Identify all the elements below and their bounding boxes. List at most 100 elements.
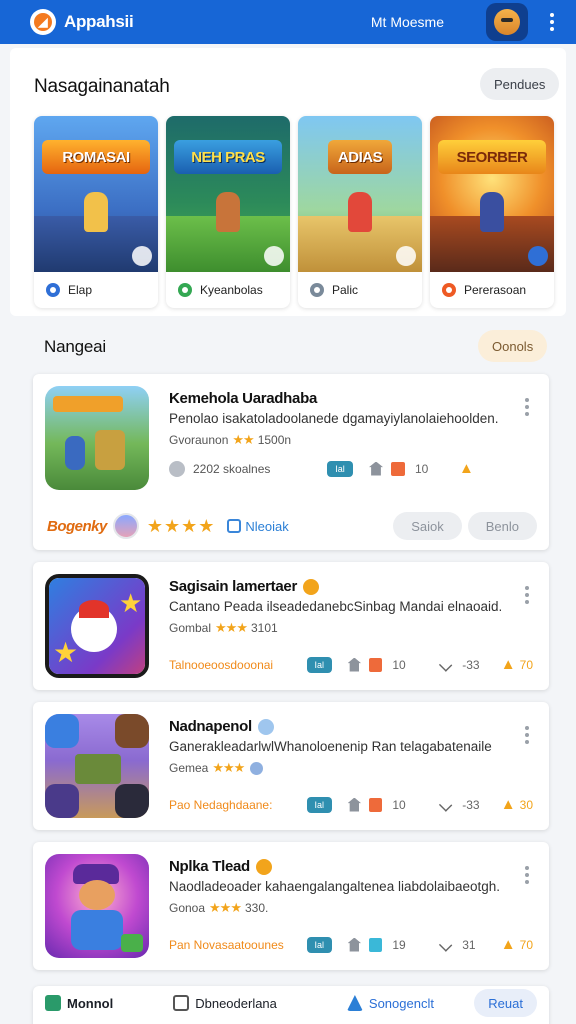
item-description: Cantano Peada ilseadedanebcSinbag Mandai… (169, 599, 503, 614)
info-chip[interactable]: Ial (327, 460, 353, 477)
game-banner: ROMASAI (42, 140, 150, 174)
game-art: ADIAS (298, 116, 422, 272)
secondary-button[interactable]: Saiok (393, 512, 462, 540)
account-link[interactable]: Mt Moesme (371, 14, 444, 30)
featured-card[interactable]: ROMASAI Elap (34, 116, 158, 308)
home-icon (347, 937, 362, 952)
item-description: Naodladeoader kahaengalangaltenea liabdo… (169, 879, 501, 894)
fire-icon: ▲ (459, 460, 474, 477)
rating-label: Gvoraunon (169, 433, 229, 447)
avatar-face-icon (494, 9, 520, 35)
details-link[interactable]: Nleoiak (227, 519, 289, 534)
share-icon (346, 995, 363, 1011)
stat-count: 19 (392, 937, 406, 952)
fire-count: 70 (519, 657, 534, 672)
list-action-button[interactable]: Oonols (478, 330, 548, 362)
game-banner: NEH PRAS (174, 140, 282, 174)
info-chip[interactable]: Ial (306, 796, 332, 813)
list-item[interactable]: Nplka Tlead Naodladeoader kahaengalangal… (33, 842, 549, 970)
bottom-nav-right[interactable]: Sonogenclt (346, 995, 434, 1011)
user-avatar[interactable] (486, 3, 528, 41)
game-banner: SEORBER (438, 140, 546, 174)
item-menu-icon[interactable] (517, 392, 537, 422)
stat-count: 10 (392, 657, 406, 672)
game-thumbnail: ★ ★ (45, 574, 149, 678)
footer-rating-stars: ★★★★ (146, 515, 216, 536)
corner-badge-icon (132, 246, 152, 266)
trend-count: 31 (462, 937, 476, 952)
verified-badge-icon (303, 579, 320, 596)
game-banner: ADIAS (328, 140, 392, 174)
card-caption: Palic (332, 283, 359, 297)
rating-label: Gombal (169, 621, 212, 635)
stat-count: 10 (392, 797, 406, 812)
brand-logo: Bogenky (47, 517, 107, 535)
bookmark-icon (227, 519, 242, 533)
game-thumbnail (45, 714, 149, 818)
rating-value: 330. (245, 901, 269, 915)
category-dot-icon (46, 283, 60, 297)
featured-action-button[interactable]: Pendues (480, 68, 560, 100)
info-dot-icon (250, 761, 264, 775)
game-art: ROMASAI (34, 116, 158, 272)
featured-card[interactable]: ADIAS Palic (298, 116, 422, 308)
info-chip[interactable]: Ial (306, 936, 332, 953)
bottom-bar: Monnol Dbneoderlana Sonogenclt Reuat (33, 986, 549, 1024)
stat-count: 10 (415, 461, 429, 476)
rating-stars: ★★★ (209, 900, 242, 915)
fire-count: 70 (519, 937, 534, 952)
card-caption: Pererasoan (464, 283, 527, 297)
item-menu-icon[interactable] (517, 580, 537, 610)
trend-icon (438, 797, 453, 812)
item-menu-icon[interactable] (517, 720, 537, 750)
featured-title: Nasagainanatah (34, 76, 170, 97)
item-title: Nplka Tlead (169, 858, 272, 876)
trend-count: -33 (462, 657, 480, 672)
overflow-menu-icon[interactable] (542, 7, 562, 37)
rating-stars: ★★★ (215, 620, 248, 635)
featured-card[interactable]: SEORBER Pererasoan (430, 116, 554, 308)
primary-button[interactable]: Reuat (474, 989, 537, 1017)
calendar-icon (173, 995, 190, 1011)
rating-value: 1500n (257, 433, 292, 447)
trend-icon (438, 937, 453, 952)
app-logo-icon[interactable]: ◢ (30, 9, 56, 35)
bottom-nav-middle[interactable]: Dbneoderlana (173, 995, 277, 1011)
list-item[interactable]: ★ ★ Sagisain lamertaer Cantano Peada ils… (33, 562, 549, 690)
bottom-nav-left[interactable]: Monnol (45, 995, 113, 1011)
list-item[interactable]: Kemehola Uaradhaba Penolao isakatoladool… (33, 374, 549, 550)
category-dot-icon (442, 283, 456, 297)
game-art: NEH PRAS (166, 116, 290, 272)
app-title: Appahsii (64, 12, 134, 31)
home-icon (347, 797, 362, 812)
rating-label: Gonoa (169, 901, 206, 915)
game-art: SEORBER (430, 116, 554, 272)
item-tag: Pan Novasaatoounes (169, 937, 284, 952)
list-icon (45, 995, 61, 1011)
trend-icon (438, 657, 453, 672)
item-description: GanerakleadarlwlWhanoloenenip Ran telaga… (169, 739, 492, 754)
home-icon (369, 461, 383, 476)
corner-badge-icon (528, 246, 548, 266)
category-dot-icon (178, 283, 192, 297)
rating-stars: ★★ (232, 432, 254, 447)
item-menu-icon[interactable] (517, 860, 537, 890)
home-icon (347, 657, 362, 672)
fire-count: 30 (519, 797, 534, 812)
gift-icon (369, 657, 383, 672)
info-chip[interactable]: Ial (306, 656, 332, 673)
fire-icon: ▲ (500, 656, 516, 673)
tertiary-button[interactable]: Benlo (467, 512, 537, 540)
card-caption: Elap (68, 283, 93, 297)
fire-icon: ▲ (500, 796, 516, 813)
list-item[interactable]: Nadnapenol GanerakleadarlwlWhanoloenenip… (33, 702, 549, 830)
corner-badge-icon (264, 246, 284, 266)
list-title: Nangeai (44, 337, 106, 356)
featured-card[interactable]: NEH PRAS Kyeanbolas (166, 116, 290, 308)
item-title: Sagisain lamertaer (169, 578, 320, 596)
fire-icon: ▲ (500, 936, 516, 953)
installs-count: 2202 skoalnes (193, 461, 271, 476)
gift-icon (391, 461, 405, 476)
rating-label: Gemea (169, 761, 209, 775)
game-thumbnail (45, 386, 149, 490)
